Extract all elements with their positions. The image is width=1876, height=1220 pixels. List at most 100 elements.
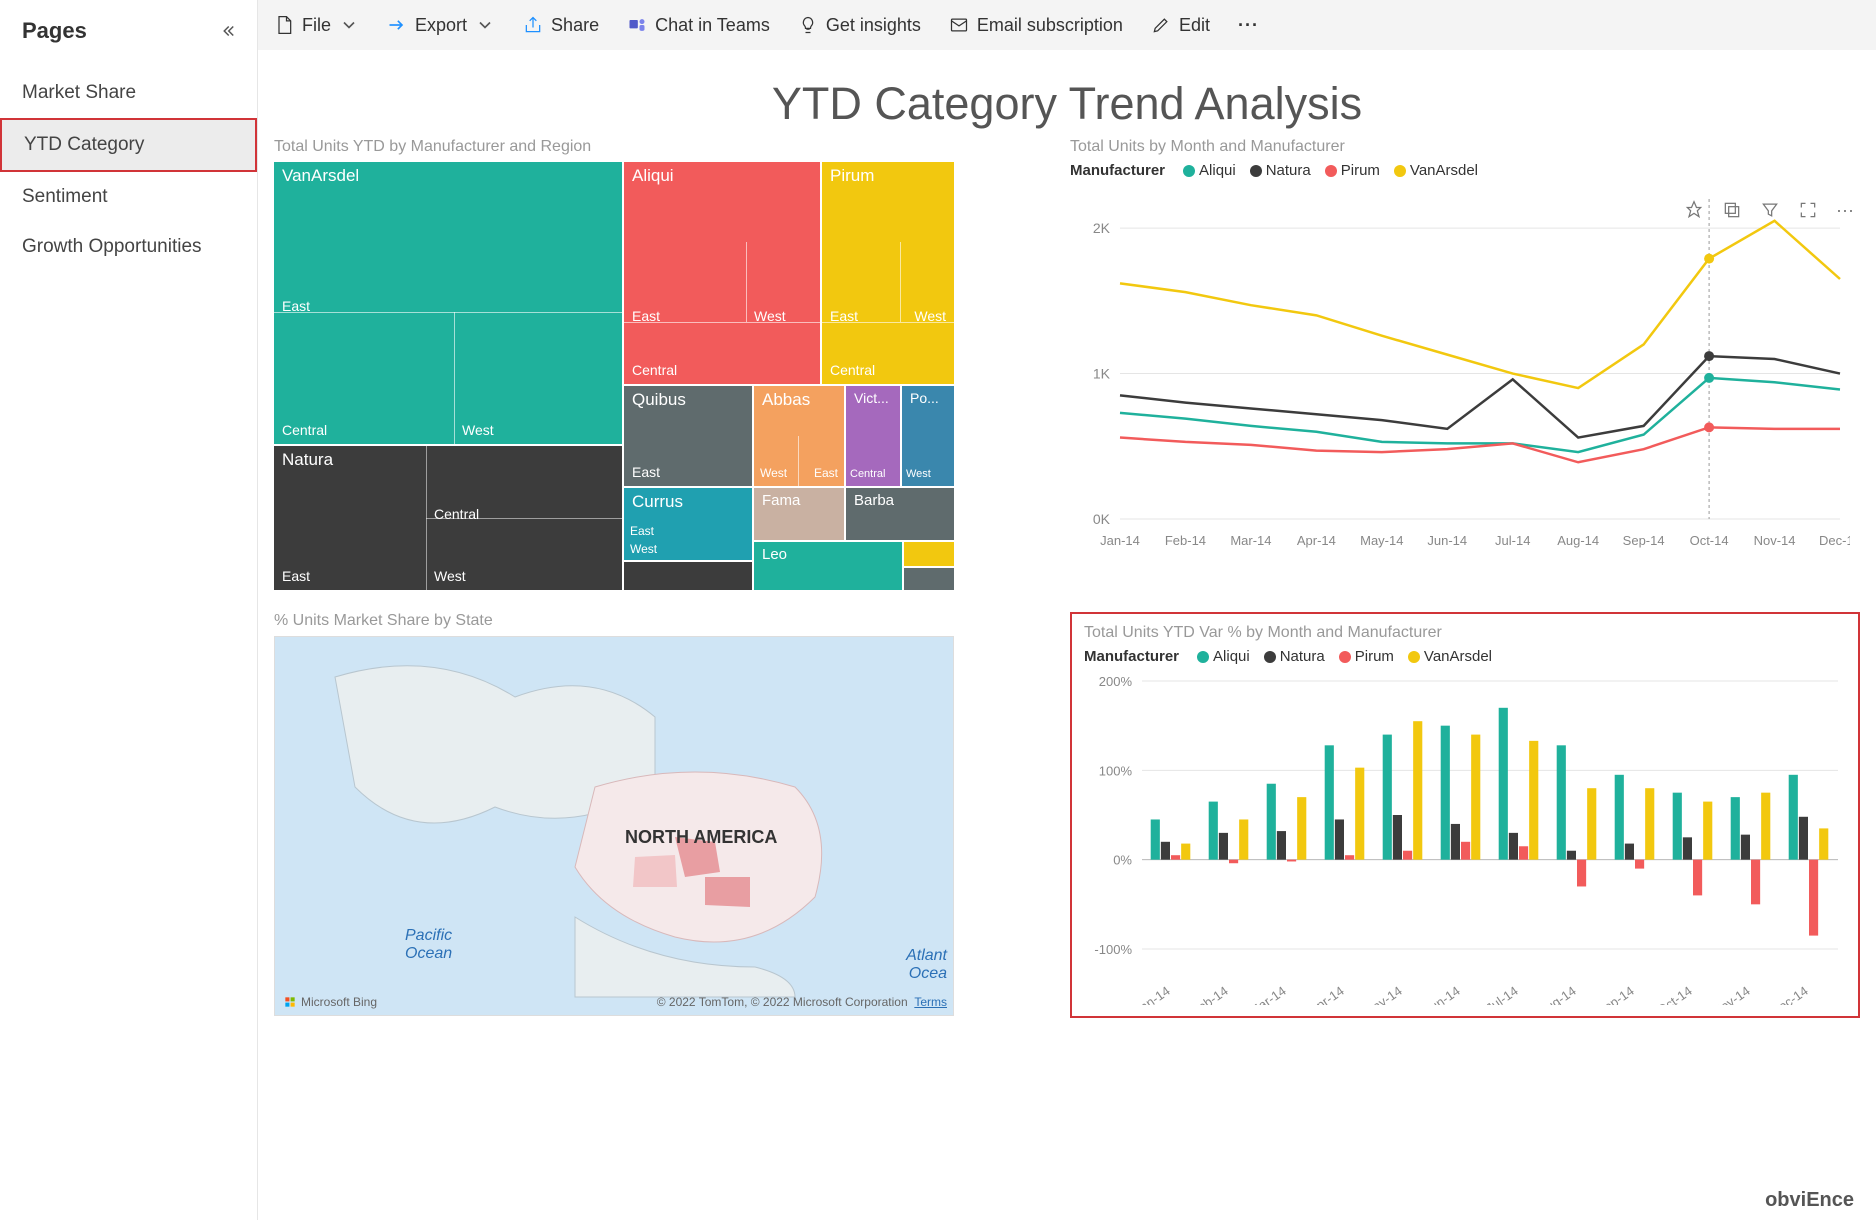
collapse-icon[interactable] [219,22,237,40]
legend-aliqui: Aliqui [1199,162,1236,179]
tm-region: East [632,464,660,480]
svg-text:Apr-14: Apr-14 [1297,533,1336,548]
tm-region: West [760,466,787,480]
pin-icon[interactable] [1684,200,1704,220]
tm-region: West [434,568,466,584]
report-title: YTD Category Trend Analysis [274,78,1860,130]
svg-text:Aug-14: Aug-14 [1536,983,1579,1005]
tm-region: Central [632,362,677,378]
menu-edit-label: Edit [1179,15,1210,36]
tm-pirum: Pirum [830,166,874,186]
legend-natura: Natura [1280,648,1325,665]
tm-fama: Fama [762,492,800,509]
svg-text:Mar-14: Mar-14 [1246,983,1288,1005]
map-title: % Units Market Share by State [274,612,1048,630]
svg-text:Nov-14: Nov-14 [1710,983,1753,1005]
map-body: NORTH AMERICA PacificOcean AtlantOcea Mi… [274,636,954,1016]
mail-icon [949,15,969,35]
svg-text:-100%: -100% [1094,942,1132,957]
map-continent-label: NORTH AMERICA [625,827,777,848]
svg-text:Dec-14: Dec-14 [1768,983,1811,1005]
svg-text:Jan-14: Jan-14 [1100,533,1140,548]
more-label: ··· [1238,15,1259,36]
tm-region: West [630,542,657,556]
tm-region: West [462,422,494,438]
file-icon [274,15,294,35]
visual-action-bar: ··· [1684,200,1854,221]
report-canvas: YTD Category Trend Analysis ··· Total Un… [258,50,1876,1220]
page-sentiment[interactable]: Sentiment [0,172,257,222]
treemap-title: Total Units YTD by Manufacturer and Regi… [274,138,1048,156]
copy-icon[interactable] [1722,200,1742,220]
tm-quibus: Quibus [632,390,686,410]
svg-text:1K: 1K [1093,366,1111,382]
treemap-body: VanArsdel East Central West Natura Centr… [274,162,954,590]
svg-text:May-14: May-14 [1360,533,1403,548]
menu-share-label: Share [551,15,599,36]
svg-text:100%: 100% [1099,763,1133,778]
treemap-visual[interactable]: Total Units YTD by Manufacturer and Regi… [274,138,1048,590]
menu-export[interactable]: Export [387,15,495,36]
svg-text:Mar-14: Mar-14 [1230,533,1271,548]
menu-email[interactable]: Email subscription [949,15,1123,36]
menu-edit[interactable]: Edit [1151,15,1210,36]
svg-text:Sep-14: Sep-14 [1623,533,1665,548]
menu-more[interactable]: ··· [1238,15,1259,36]
menu-share[interactable]: Share [523,15,599,36]
svg-text:Oct-14: Oct-14 [1654,983,1695,1005]
map-provider: Microsoft Bing [283,995,377,1009]
svg-text:Aug-14: Aug-14 [1557,533,1599,548]
map-visual[interactable]: % Units Market Share by State NORTH AMER… [274,612,1048,1018]
tm-aliqui: Aliqui [632,166,674,186]
filter-icon[interactable] [1760,200,1780,220]
tm-pomum: Po... [910,390,939,406]
tm-barba: Barba [854,492,894,509]
export-icon [387,15,407,35]
menu-chat-teams[interactable]: Chat in Teams [627,15,770,36]
map-svg [275,637,954,1016]
legend-pirum: Pirum [1355,648,1394,665]
map-provider-text: Microsoft Bing [301,995,377,1009]
bar-chart-visual[interactable]: Total Units YTD Var % by Month and Manuf… [1070,612,1860,1018]
pages-sidebar: Pages Market Share YTD Category Sentimen… [0,0,258,1220]
pages-title: Pages [22,18,87,44]
lightbulb-icon [798,15,818,35]
svg-text:Jun-14: Jun-14 [1422,983,1463,1005]
app-toolbar: File Export Share Chat in Teams Get insi… [258,0,1876,50]
legend-vanarsdel: VanArsdel [1410,162,1478,179]
svg-text:Apr-14: Apr-14 [1306,983,1347,1005]
line-chart-body: 0K1K2KJan-14Feb-14Mar-14Apr-14May-14Jun-… [1070,189,1850,559]
bing-icon [283,995,297,1009]
menu-file[interactable]: File [274,15,359,36]
legend-pirum: Pirum [1341,162,1380,179]
svg-text:Oct-14: Oct-14 [1690,533,1729,548]
svg-text:Nov-14: Nov-14 [1754,533,1796,548]
svg-text:0K: 0K [1093,511,1111,527]
page-ytd-category[interactable]: YTD Category [0,118,257,172]
page-growth-opportunities[interactable]: Growth Opportunities [0,222,257,272]
map-pacific-label: PacificOcean [405,927,452,963]
svg-text:Dec-14: Dec-14 [1819,533,1850,548]
share-icon [523,15,543,35]
svg-text:Jan-14: Jan-14 [1132,983,1173,1005]
svg-text:200%: 200% [1099,675,1133,689]
map-atlantic-label: AtlantOcea [906,947,947,983]
focus-icon[interactable] [1798,200,1818,220]
menu-chat-label: Chat in Teams [655,15,770,36]
teams-icon [627,15,647,35]
chevron-down-icon [475,15,495,35]
menu-insights[interactable]: Get insights [798,15,921,36]
tm-leo: Leo [762,546,787,563]
tm-region: Central [434,506,479,522]
visual-more-icon[interactable]: ··· [1836,200,1854,221]
svg-text:Feb-14: Feb-14 [1165,533,1206,548]
tm-victoria: Vict... [854,390,889,406]
tm-abbas: Abbas [762,390,810,410]
tm-region: Central [282,422,327,438]
menu-insights-label: Get insights [826,15,921,36]
tm-region: Central [830,362,875,378]
map-terms-link[interactable]: Terms [914,995,947,1009]
page-market-share[interactable]: Market Share [0,68,257,118]
line-title: Total Units by Month and Manufacturer [1070,138,1860,156]
chevron-down-icon [339,15,359,35]
